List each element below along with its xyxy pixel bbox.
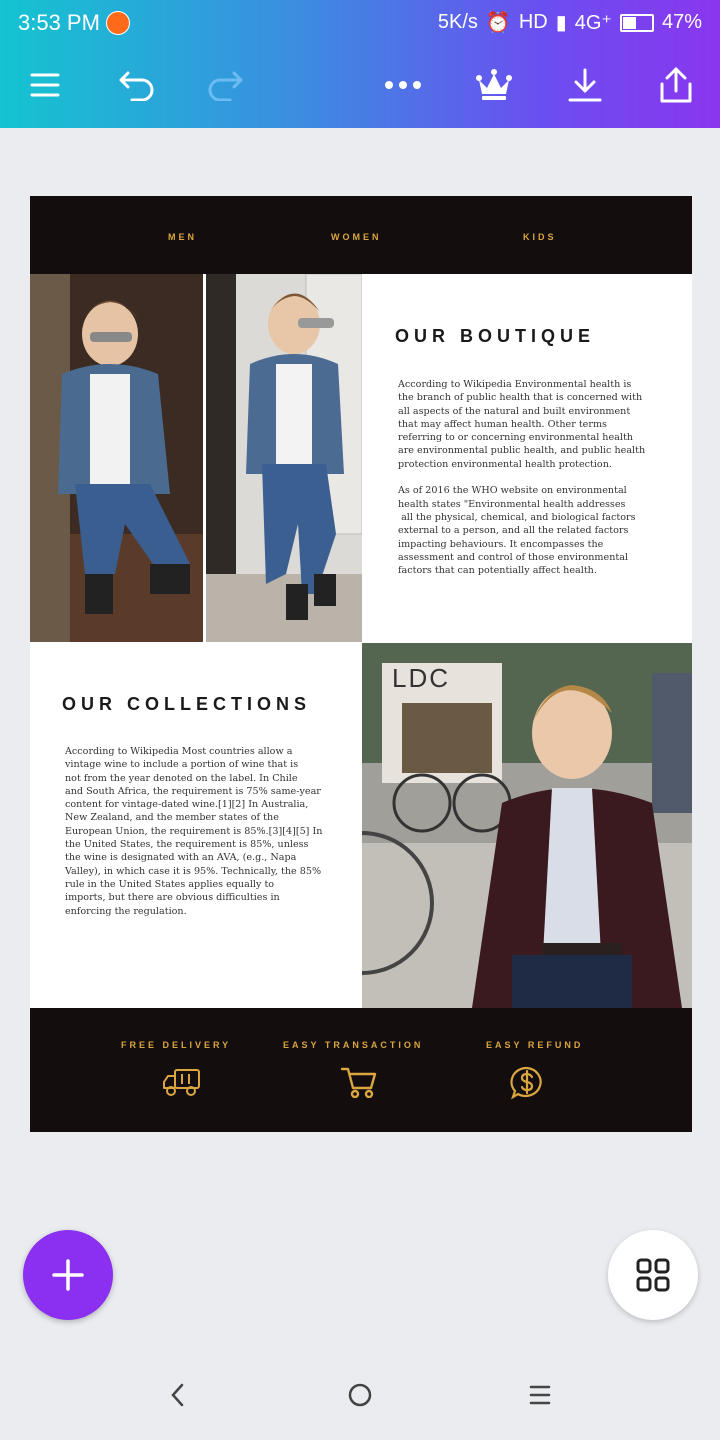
undo-icon[interactable]: [112, 60, 162, 110]
home-icon[interactable]: [340, 1380, 380, 1410]
collections-title: OUR COLLECTIONS: [62, 694, 311, 714]
network-type: 4G⁺: [574, 12, 612, 34]
design-nav-band: MEN WOMEN KIDS: [30, 196, 692, 274]
nav-kids[interactable]: KIDS: [523, 232, 557, 242]
nav-men[interactable]: MEN: [168, 232, 197, 242]
boutique-photo-left[interactable]: [30, 274, 203, 642]
redo-icon[interactable]: [200, 60, 250, 110]
status-time: 3:53 PM: [18, 10, 100, 35]
boutique-photo-right[interactable]: [206, 274, 362, 642]
crown-icon[interactable]: [469, 60, 519, 110]
boutique-title: OUR BOUTIQUE: [395, 326, 596, 346]
download-icon[interactable]: [560, 60, 610, 110]
plus-icon: [52, 1259, 84, 1291]
store-sign-text: LDC: [392, 663, 451, 693]
dollar-chat-icon: [510, 1066, 544, 1105]
battery-icon: [619, 13, 654, 32]
recents-icon[interactable]: [520, 1380, 560, 1410]
network-speed: 5K/s: [437, 11, 478, 33]
pages-grid-button[interactable]: [608, 1230, 698, 1320]
battery-percent: 47%: [661, 11, 702, 33]
cart-icon: [340, 1066, 378, 1103]
boutique-text: According to Wikipedia Environmental hea…: [398, 379, 646, 577]
app-header: 3:53 PM 5K/s ⏰ HD ▮ 4G⁺ 47%: [0, 0, 720, 128]
grid-icon: [636, 1258, 670, 1292]
design-footer-band: FREE DELIVERY EASY TRANSACTION EASY REFU…: [30, 1008, 692, 1132]
feature-easy-transaction: EASY TRANSACTION: [283, 1040, 424, 1050]
status-right: 5K/s ⏰ HD ▮ 4G⁺ 47%: [438, 10, 702, 35]
system-navigation-bar: [0, 1360, 720, 1430]
signal-icon: ▮: [555, 12, 567, 34]
feature-free-delivery: FREE DELIVERY: [121, 1040, 232, 1050]
editor-toolbar: [0, 46, 720, 128]
back-icon[interactable]: [158, 1380, 198, 1410]
add-button[interactable]: [23, 1230, 113, 1320]
collections-photo[interactable]: LDC: [362, 643, 692, 1008]
hd-label: HD: [518, 11, 548, 33]
menu-icon[interactable]: [20, 60, 70, 110]
more-icon[interactable]: [378, 60, 428, 110]
nav-women[interactable]: WOMEN: [331, 232, 382, 242]
truck-icon: [162, 1066, 202, 1103]
feature-easy-refund: EASY REFUND: [486, 1040, 584, 1050]
status-bar: 3:53 PM 5K/s ⏰ HD ▮ 4G⁺ 47%: [0, 0, 720, 46]
alarm-icon: ⏰: [485, 12, 511, 34]
share-icon[interactable]: [651, 60, 701, 110]
collections-text: According to Wikipedia Most countries al…: [65, 746, 323, 917]
design-page[interactable]: MEN WOMEN KIDS OUR BOUTIQUE According to…: [30, 196, 692, 1132]
notification-icon: [106, 11, 130, 35]
